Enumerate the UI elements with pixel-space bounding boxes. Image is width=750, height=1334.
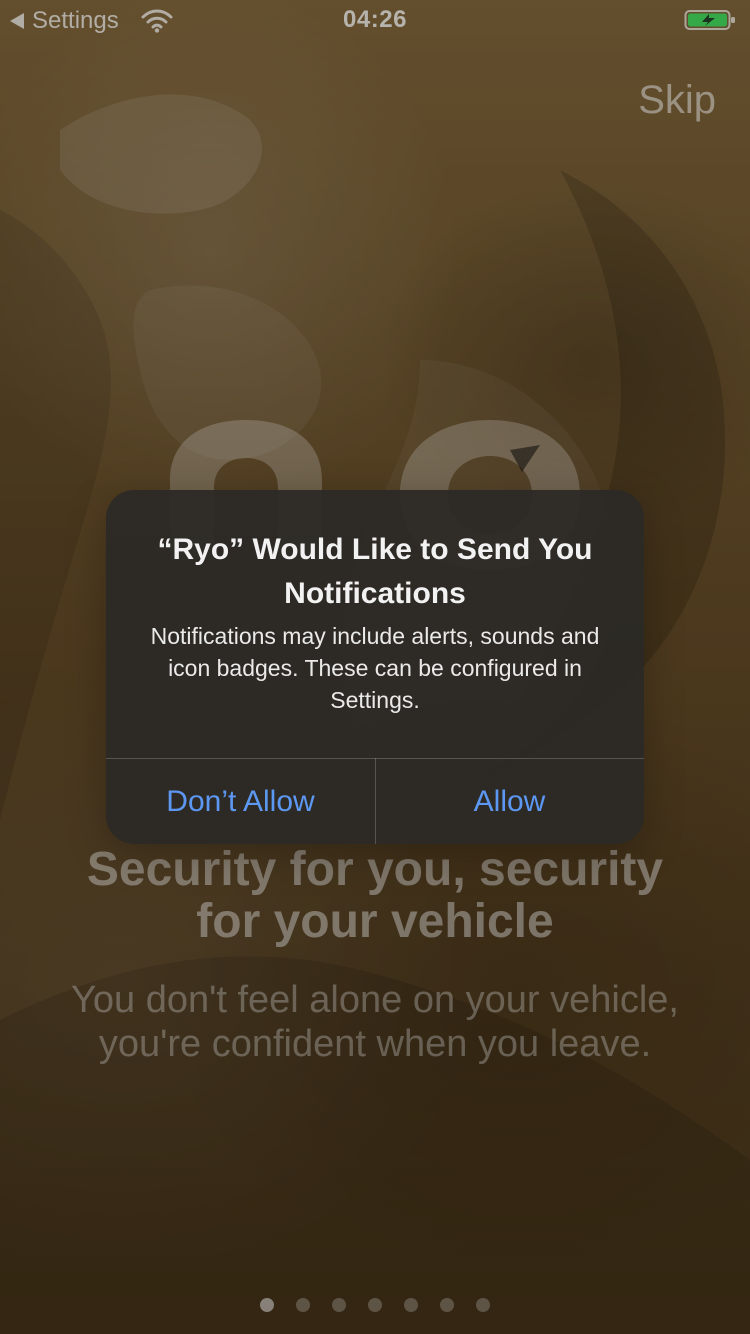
alert-title: “Ryo” Would Like to Send You Notificatio… (157, 533, 593, 610)
allow-button[interactable]: Allow (375, 759, 644, 844)
notifications-permission-alert: “Ryo” Would Like to Send You Notificatio… (106, 490, 644, 844)
alert-message: Notifications may include alerts, sounds… (150, 623, 600, 713)
dont-allow-button[interactable]: Don’t Allow (106, 759, 375, 844)
alert-actions: Don’t Allow Allow (106, 759, 644, 844)
